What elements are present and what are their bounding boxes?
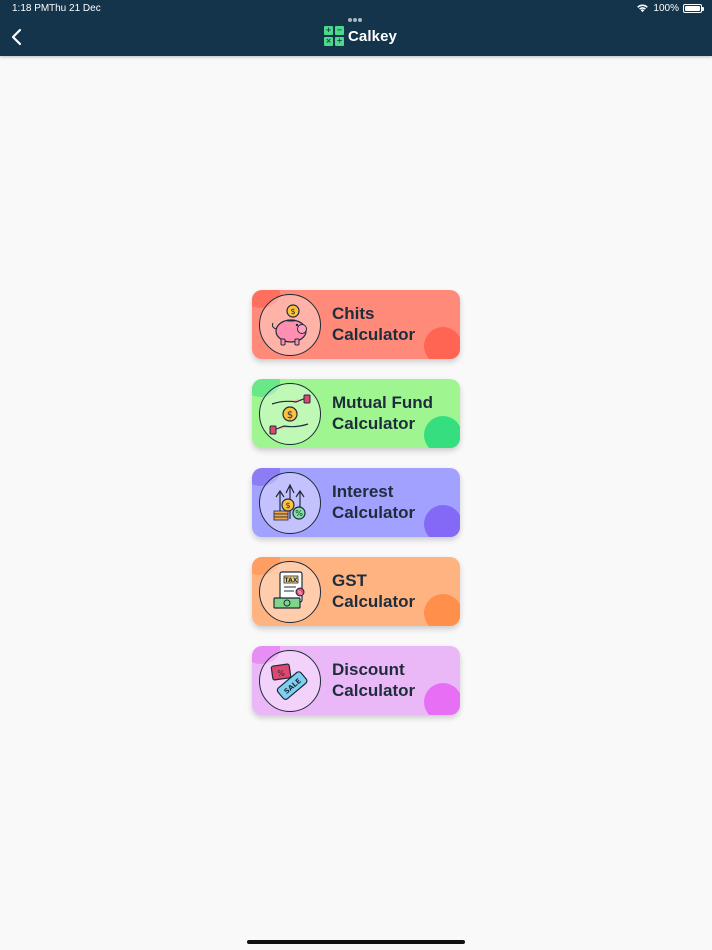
wifi-icon — [637, 4, 649, 13]
top-bar: 1:18 PM Thu 21 Dec 100% + − × ÷ Calkey — [0, 0, 712, 56]
piggy-bank-icon: $ — [259, 294, 321, 356]
back-button[interactable] — [8, 27, 26, 47]
gst-calculator-label: GST Calculator — [332, 571, 416, 611]
svg-text:$: $ — [290, 307, 295, 316]
tax-document-icon: TAX % — [259, 561, 321, 623]
hands-coin-icon: $ — [259, 383, 321, 445]
battery-percentage: 100% — [653, 2, 679, 14]
sale-tag-icon: % SALE — [259, 650, 321, 712]
chits-calculator-button[interactable]: $ Chits Calculator — [252, 290, 460, 359]
mutual-fund-calculator-label: Mutual Fund Calculator — [332, 393, 434, 433]
interest-calculator-label: Interest Calculator — [332, 482, 416, 522]
calculator-menu: $ Chits Calculator $ Mutual Fund Calcula… — [252, 290, 460, 735]
discount-calculator-label: Discount Calculator — [332, 660, 416, 700]
svg-text:%: % — [295, 509, 303, 518]
discount-calculator-button[interactable]: % SALE Discount Calculator — [252, 646, 460, 715]
svg-text:$: $ — [287, 410, 293, 421]
status-time: 1:18 PM — [12, 3, 50, 14]
status-date: Thu 21 Dec — [49, 3, 101, 14]
battery-icon — [683, 3, 704, 13]
calculator-grid-icon: + − × ÷ — [324, 26, 344, 46]
svg-text:%: % — [298, 591, 303, 597]
status-right: 100% — [636, 2, 704, 14]
svg-text:%: % — [277, 669, 285, 678]
chevron-left-icon — [11, 28, 22, 46]
app-title: Calkey — [348, 27, 397, 45]
svg-text:TAX: TAX — [285, 577, 298, 584]
home-indicator[interactable] — [247, 940, 465, 944]
mutual-fund-calculator-button[interactable]: $ Mutual Fund Calculator — [252, 379, 460, 448]
coins-growth-icon: $ % — [259, 472, 321, 534]
interest-calculator-button[interactable]: $ % Interest Calculator — [252, 468, 460, 537]
multitasking-dots-icon[interactable] — [348, 7, 364, 22]
gst-calculator-button[interactable]: TAX % GST Calculator — [252, 557, 460, 626]
svg-text:$: $ — [285, 501, 290, 510]
brand: + − × ÷ Calkey — [324, 26, 397, 46]
chits-calculator-label: Chits Calculator — [332, 304, 416, 344]
